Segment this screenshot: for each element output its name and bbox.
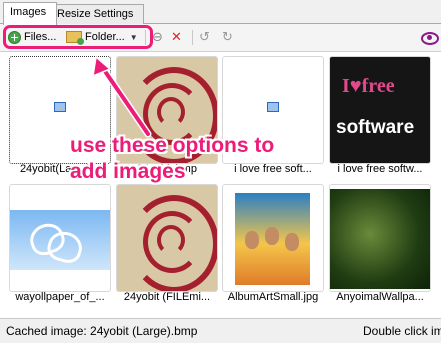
logo-text: software [336, 117, 415, 138]
image-placeholder-icon [267, 102, 279, 112]
rotate-right-icon[interactable]: ↻ [222, 28, 233, 46]
annotation-text-line2: add images [70, 160, 186, 183]
thumbnail [9, 184, 111, 292]
toolbar-separator [192, 30, 193, 45]
gallery-item-caption: 24yobit (FILEmi... [123, 291, 211, 303]
tab-resize-settings[interactable]: Resize Settings [50, 4, 144, 24]
gallery-item[interactable]: i love free soft... [222, 56, 324, 184]
thumbnail [116, 184, 218, 292]
gallery-item-caption: i love free softw... [337, 163, 423, 175]
movie-poster-image [235, 193, 310, 285]
tab-images[interactable]: Images [3, 2, 57, 25]
ilovefree-logo-image: I♥free software [330, 57, 430, 163]
highlight-box [3, 25, 153, 49]
tab-bar: Images Resize Settings [0, 0, 441, 25]
image-gallery[interactable]: 24yobit(Large)... 24yobit.bmp i love fre… [0, 51, 441, 319]
gallery-item-caption: i love free soft... [234, 163, 312, 175]
gallery-item[interactable]: 24yobit (FILEmi... [116, 184, 218, 312]
image-placeholder-icon [54, 102, 66, 112]
debian-swirl-image [117, 185, 217, 291]
gallery-item-caption: wayollpaper_of_... [15, 291, 105, 303]
status-bar: Cached image: 24yobit (Large).bmp Double… [0, 318, 441, 343]
annotation-text-line1: use these options to [70, 134, 275, 157]
gallery-item[interactable]: AnyoimalWallpa... [329, 184, 431, 312]
jungle-image [330, 189, 430, 289]
sky-hearts-image [10, 210, 110, 270]
thumbnail [329, 184, 431, 292]
logo-text: I♥free [342, 75, 395, 97]
gallery-item-caption: AlbumArtSmall.jpg [227, 291, 319, 303]
thumbnail: I♥free software [329, 56, 431, 164]
status-hint: Double click im [363, 324, 441, 338]
gallery-item[interactable]: AlbumArtSmall.jpg [222, 184, 324, 312]
gallery-item-caption: AnyoimalWallpa... [336, 291, 424, 303]
rotate-left-icon[interactable]: ↺ [199, 28, 210, 46]
thumbnail [222, 184, 324, 292]
remove-icon[interactable]: ✕ [171, 28, 182, 46]
gallery-item[interactable]: wayollpaper_of_... [9, 184, 111, 312]
move-down-icon[interactable]: ⊖ [152, 28, 163, 46]
preview-eye-icon[interactable] [421, 32, 439, 45]
status-cached-image: Cached image: 24yobit (Large).bmp [6, 324, 198, 338]
gallery-item[interactable]: I♥free software i love free softw... [329, 56, 431, 184]
